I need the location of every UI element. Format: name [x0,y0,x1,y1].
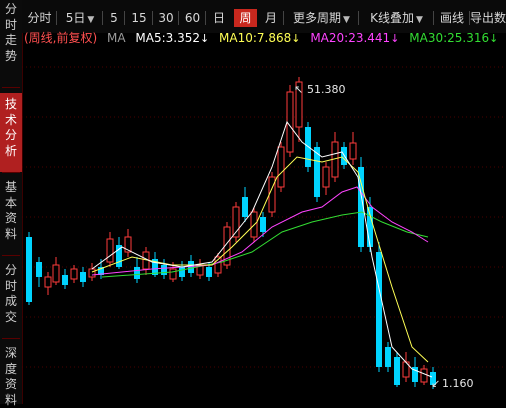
ma20-value: MA20:23.441↓ [310,31,400,45]
candle-body [385,347,391,367]
button-label: 30 [158,11,174,25]
arrow-down-icon: ↓ [390,32,400,45]
high-price-label: 51.380 [307,83,346,96]
period-5day-button[interactable]: 5日 ▼ [57,9,103,27]
sidebar-tab-label: 深度资料 [5,346,18,407]
candle-body [80,272,86,282]
high-annotation: ↖ 51.380 [294,83,346,96]
chart-mode-label: (周线,前复权) [24,31,98,45]
sidebar-tab-profile[interactable]: 基本资料 [0,180,22,246]
sidebar-tab-depth[interactable]: 深度资料 [0,346,22,407]
period-month-button[interactable]: 月 [258,9,284,27]
button-label: 月 [264,11,277,25]
period-15min-button[interactable]: 15 [125,9,153,27]
candle-body [70,268,78,280]
candle-body [277,146,285,188]
sidebar-tab-intraday[interactable]: 分时走势 [0,2,22,64]
candle-body [420,368,428,383]
period-day-button[interactable]: 日 [206,9,232,27]
period-intraday-button[interactable]: 分时 [22,9,57,27]
draw-line-button[interactable]: 画线 [434,9,470,27]
candle-body [286,91,294,153]
candle-body [26,237,32,302]
candle-body [376,252,382,367]
kline-overlay-dropdown[interactable]: K线叠加 ▼ [359,9,434,27]
more-periods-dropdown[interactable]: 更多周期 ▼ [284,9,359,27]
sidebar-tab-label: 基本资料 [5,180,18,241]
high-arrow-icon: ↖ [294,83,303,96]
sidebar-divider [2,87,20,88]
ma5-value: MA5:3.352↓ [135,31,210,45]
button-label: 5 [110,11,118,25]
button-label: 15 [131,11,147,25]
candle-body [367,207,373,247]
ma10-value: MA10:7.868↓ [219,31,301,45]
sidebar-divider [2,172,20,173]
button-label: 导出数 [470,11,506,25]
button-label: 60 [184,11,201,25]
candle-body [44,276,52,288]
button-label: 日 [212,11,225,25]
sidebar: 分时走势 技术分析 基本资料 分时成交 深度资料 [0,0,23,407]
candle-body [169,268,177,280]
chevron-down-icon: ▼ [343,15,350,25]
candle-body [134,267,140,279]
sidebar-tab-label: 分时走势 [5,2,18,63]
period-week-button[interactable]: 周 [234,9,257,27]
ma-label: MA [107,31,126,45]
candle-body [179,267,185,277]
low-price-label: 1.160 [442,377,474,390]
candle-body [106,238,114,263]
candle-body [349,142,357,160]
candle-body [242,197,248,217]
sidebar-tab-trades[interactable]: 分时成交 [0,263,22,329]
period-30min-button[interactable]: 30 [153,9,179,27]
candle-body [394,357,400,385]
candle-body [161,265,167,275]
candle-body [36,262,42,277]
button-label: 更多周期 [293,11,342,25]
arrow-down-icon: ↓ [489,32,499,45]
candle-body [268,176,276,213]
button-label: 5日 [65,11,86,25]
button-label: 周 [239,11,252,25]
button-label: 分时 [27,11,52,25]
button-label: 画线 [439,11,464,25]
button-label: K线叠加 [370,11,414,25]
candle-body [206,267,212,277]
export-data-button[interactable]: 导出数 [470,9,506,27]
sidebar-divider [2,338,20,339]
period-5min-button[interactable]: 5 [103,9,125,27]
period-60min-button[interactable]: 60 [179,9,206,27]
candle-body [62,275,68,285]
ma-legend: (周线,前复权) MA MA5:3.352↓ MA10:7.868↓ MA20:… [22,30,504,47]
sidebar-divider [2,255,20,256]
candle-body [88,268,96,278]
chevron-down-icon: ▼ [87,15,95,25]
arrow-down-icon: ↓ [291,32,301,45]
sidebar-tab-technical[interactable]: 技术分析 [0,93,22,172]
candle-body [322,166,330,188]
candle-body [260,217,266,232]
candle-body [52,264,60,283]
low-annotation: ↙ 1.160 [431,377,474,390]
candle-body [116,245,122,267]
kline-chart[interactable]: ↖ 51.380 ↙ 1.160 [22,47,506,404]
candlesticks [26,77,436,389]
arrow-down-icon: ↓ [200,32,210,45]
low-arrow-icon: ↙ [431,377,440,390]
sidebar-tab-label: 技术分析 [5,97,18,158]
sidebar-tab-label: 分时成交 [5,263,18,324]
chevron-down-icon: ▼ [415,15,423,25]
period-toolbar: 分时 5日 ▼ 5 15 30 60 日 周 月 更多周期 ▼ K线叠加 ▼ 画线 导… [22,0,506,33]
ma30-value: MA30:25.316↓ [409,31,499,45]
